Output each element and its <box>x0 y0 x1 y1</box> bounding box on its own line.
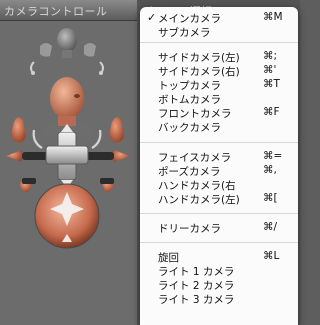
camera-control-panel: カメラコントロール <box>0 0 137 325</box>
menu-item-label: ボトムカメラ <box>158 94 221 106</box>
panel-title: カメラコントロール <box>4 5 108 18</box>
menu-item-shortcut: ⌘M <box>263 11 283 23</box>
dolly-hand-left-icon[interactable] <box>20 178 36 192</box>
menu-separator <box>140 142 298 143</box>
menu-separator <box>140 42 298 43</box>
menu-item-label: トップカメラ <box>158 80 221 92</box>
menu-item-label: サブカメラ <box>158 27 211 39</box>
menu-item-shortcut: ⌘F <box>263 106 280 118</box>
hand-right-large-icon[interactable] <box>109 117 125 143</box>
menu-item-label: フェイスカメラ <box>158 152 232 164</box>
menu-item-label: メインカメラ <box>158 13 221 25</box>
menu-item-label: 旋回 <box>158 252 179 264</box>
menu-item-shortcut: ⌘L <box>263 250 280 262</box>
menu-item-label: サイドカメラ(右) <box>158 66 240 78</box>
menu-item-shortcut: ⌘; <box>263 50 278 62</box>
menu-item[interactable]: ハンドカメラ(右 <box>140 178 298 193</box>
menu-separator <box>140 213 298 214</box>
menu-item[interactable]: ライト 3 カメラ <box>140 292 298 307</box>
camera-select-menu: ✓ メインカメラ ⌘M サブカメラサイドカメラ(左) ⌘; サイドカメラ(右) ⌘' トップカ… <box>140 7 298 325</box>
menu-item-label: ハンドカメラ(左) <box>158 194 240 206</box>
hand-left-large-icon[interactable] <box>11 117 27 143</box>
menu-item-label: ライト 3 カメラ <box>158 294 235 306</box>
dolly-right-arm-icon[interactable] <box>84 150 130 162</box>
menu-item-label: ライト 2 カメラ <box>158 280 235 292</box>
menu-item-label: フロントカメラ <box>158 108 232 120</box>
rotate-arrows-small-icon[interactable] <box>30 61 104 75</box>
menu-item[interactable]: バックカメラ <box>140 120 298 135</box>
dolly-hand-right-icon[interactable] <box>100 178 114 192</box>
dolly-left-arm-icon[interactable] <box>6 150 52 162</box>
menu-item[interactable]: ドリーカメラ ⌘/ <box>140 221 298 236</box>
menu-item[interactable]: トップカメラ ⌘T <box>140 78 298 93</box>
menu-item-shortcut: ⌘= <box>263 150 283 162</box>
menu-item[interactable]: フェイスカメラ ⌘= <box>140 150 298 165</box>
menu-item[interactable]: ✓ メインカメラ ⌘M <box>140 11 298 26</box>
menu-item[interactable]: ポーズカメラ ⌘, <box>140 164 298 179</box>
face-camera-icon[interactable] <box>57 28 77 58</box>
menu-item[interactable]: サイドカメラ(左) ⌘; <box>140 50 298 65</box>
menu-item-shortcut: ⌘' <box>263 64 277 76</box>
menu-separator <box>140 242 298 243</box>
menu-item[interactable]: サブカメラ <box>140 25 298 40</box>
camera-controls-graphic <box>6 28 130 249</box>
menu-item[interactable]: ボトムカメラ <box>140 92 298 107</box>
checkmark-icon: ✓ <box>147 11 157 24</box>
hand-camera-left-icon[interactable] <box>40 43 52 57</box>
menu-item-label: ドリーカメラ <box>158 223 221 235</box>
menu-item-label: バックカメラ <box>158 122 221 134</box>
panel-header: カメラコントロール <box>0 0 137 21</box>
menu-item[interactable]: ライト 1 カメラ <box>140 264 298 279</box>
menu-item[interactable]: ハンドカメラ(左) ⌘[ <box>140 192 298 207</box>
menu-item[interactable]: 旋回 ⌘L <box>140 250 298 265</box>
menu-item-shortcut: ⌘T <box>263 78 280 90</box>
menu-item[interactable]: フロントカメラ ⌘F <box>140 106 298 121</box>
menu-item-label: サイドカメラ(左) <box>158 52 240 64</box>
menu-item-shortcut: ⌘, <box>263 164 277 176</box>
menu-item-shortcut: ⌘/ <box>263 221 278 233</box>
menu-item-shortcut: ⌘[ <box>263 192 278 204</box>
menu-item-label: ポーズカメラ <box>158 166 221 178</box>
menu-item-label: ライト 1 カメラ <box>158 266 235 278</box>
rotation-sphere-control[interactable] <box>34 183 100 249</box>
menu-item[interactable]: ライト 2 カメラ <box>140 278 298 293</box>
hand-camera-right-icon[interactable] <box>84 43 96 57</box>
menu-item[interactable]: サイドカメラ(右) ⌘' <box>140 64 298 79</box>
menu-item-label: ハンドカメラ(右 <box>158 180 236 192</box>
